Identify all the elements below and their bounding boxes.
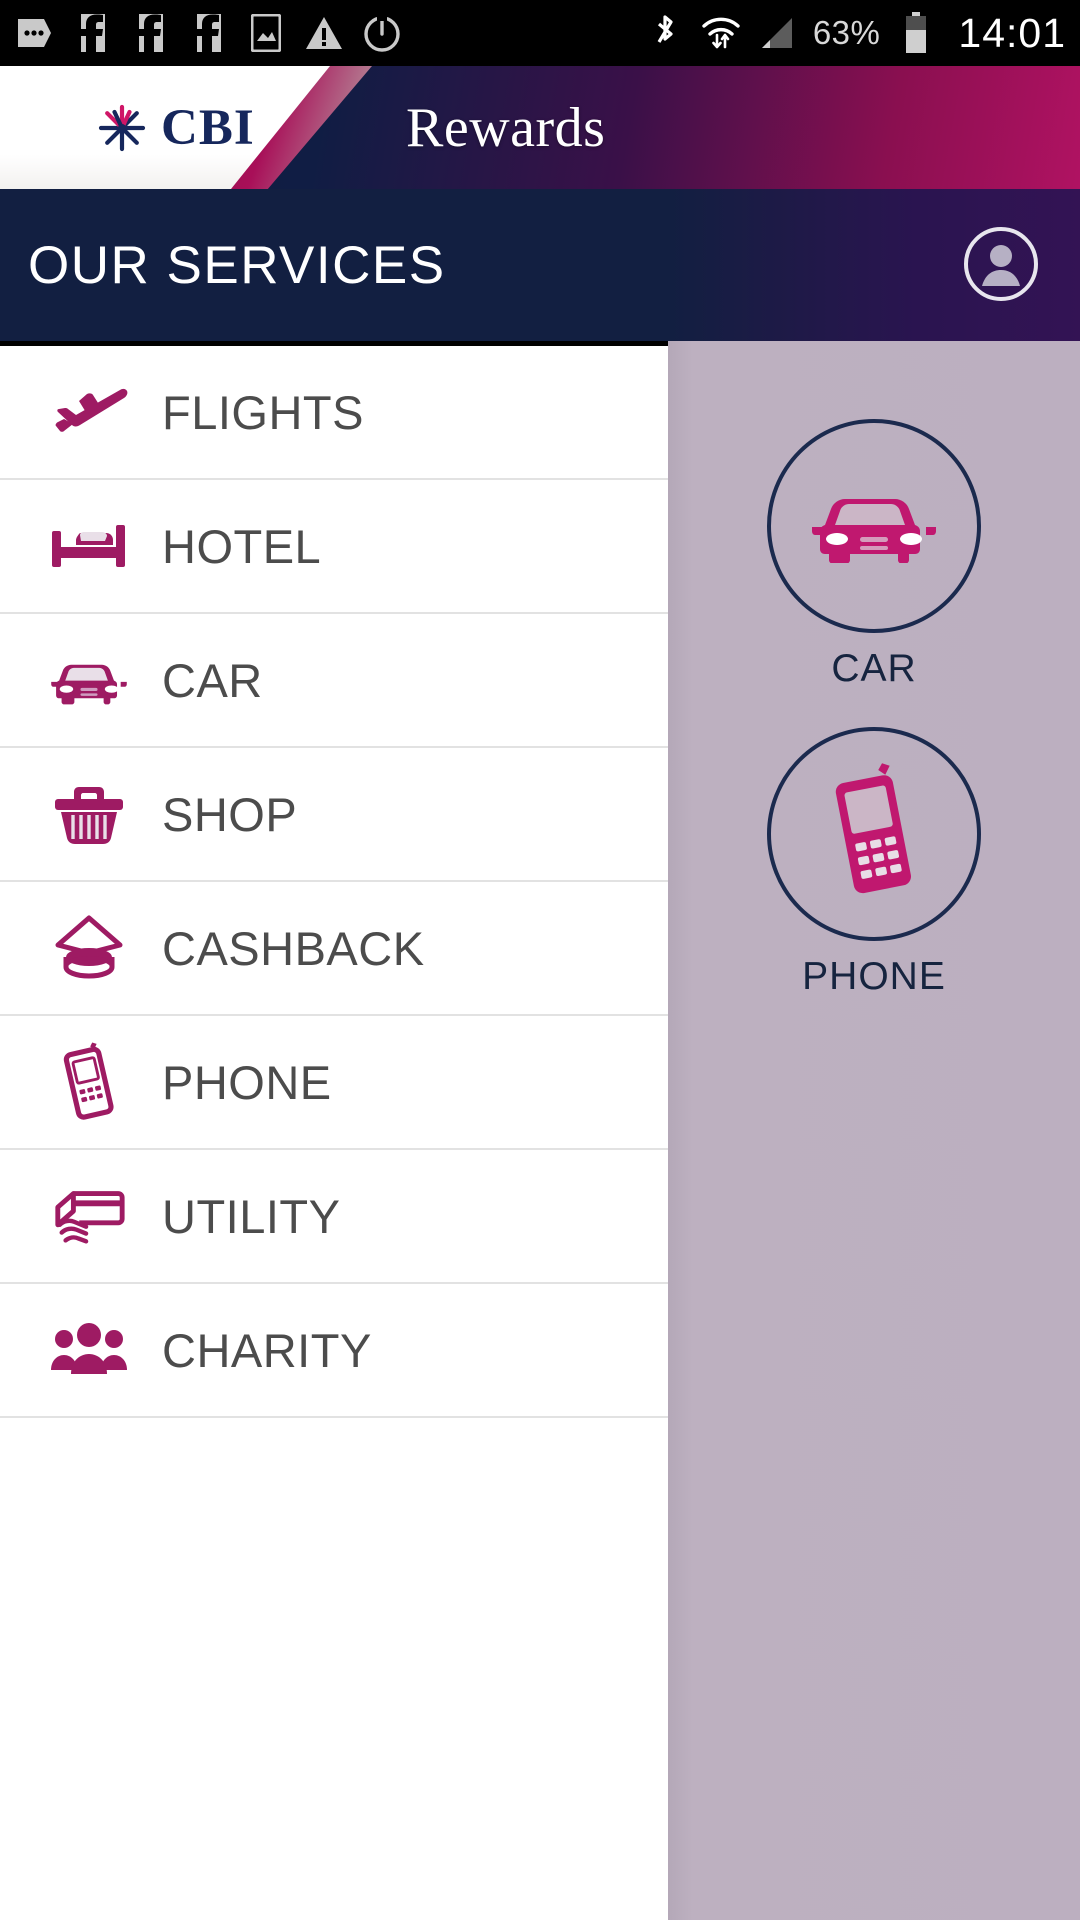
service-item-hotel-label: HOTEL: [162, 519, 322, 573]
tile-car-circle[interactable]: [767, 419, 981, 633]
car-icon: [810, 485, 938, 568]
tile-car[interactable]: CAR: [668, 419, 1080, 691]
hand-card-icon: [50, 1177, 128, 1255]
people-group-icon: [50, 1311, 128, 1389]
clock: 14:01: [958, 9, 1066, 56]
car-icon: [50, 641, 128, 719]
signal-icon: [757, 13, 797, 53]
service-item-shop-label: SHOP: [162, 787, 298, 841]
screenshot-icon: [246, 13, 286, 53]
services-header-bar: OUR SERVICES: [0, 189, 1080, 341]
page-title: Rewards: [406, 96, 606, 159]
facebook-icon: [188, 13, 228, 53]
facebook-icon: [130, 13, 170, 53]
cbi-starburst-logo-icon: [96, 102, 148, 154]
service-item-flights[interactable]: FLIGHTS: [0, 346, 668, 480]
messages-icon: [14, 13, 54, 53]
battery-percent: 63%: [812, 14, 881, 51]
brand-name: CBI: [161, 99, 255, 156]
shopping-basket-icon: [50, 775, 128, 853]
tile-car-label: CAR: [831, 647, 917, 690]
facebook-icon: [72, 13, 112, 53]
service-item-utility-label: UTILITY: [162, 1189, 341, 1243]
tile-phone-label: PHONE: [802, 955, 946, 998]
service-item-shop[interactable]: SHOP: [0, 748, 668, 882]
service-item-charity-label: CHARITY: [162, 1323, 372, 1377]
airplane-icon: [50, 373, 128, 451]
status-bar-system: 63% 14:01: [645, 10, 1066, 57]
service-item-flights-label: FLIGHTS: [162, 385, 364, 439]
tile-phone-circle[interactable]: [767, 727, 981, 941]
service-item-cashback-label: CASHBACK: [162, 921, 425, 975]
status-bar-notifications: [14, 13, 402, 53]
service-item-cashback[interactable]: CASHBACK: [0, 882, 668, 1016]
alarm-icon: [362, 13, 402, 53]
user-avatar-icon[interactable]: [962, 225, 1040, 303]
wifi-icon: [701, 13, 741, 53]
service-item-car-label: CAR: [162, 653, 263, 707]
services-grid-panel: CAR PHONE: [668, 289, 1080, 1920]
service-item-utility[interactable]: UTILITY: [0, 1150, 668, 1284]
coin-stack-icon: [50, 909, 128, 987]
app-header: CBI Rewards: [0, 66, 1080, 189]
list-empty-space: [0, 1418, 668, 1552]
bluetooth-icon: [645, 13, 685, 53]
mobile-phone-icon: [50, 1042, 128, 1121]
service-item-phone-label: PHONE: [162, 1055, 332, 1109]
warning-icon: [304, 13, 344, 53]
brand-logo[interactable]: CBI: [0, 99, 255, 157]
service-item-car[interactable]: CAR: [0, 614, 668, 748]
bed-icon: [50, 507, 128, 585]
service-item-hotel[interactable]: HOTEL: [0, 480, 668, 614]
status-bar: 63% 14:01: [0, 0, 1080, 66]
service-item-phone[interactable]: PHONE: [0, 1016, 668, 1150]
services-heading: OUR SERVICES: [28, 235, 446, 295]
mobile-phone-icon: [822, 762, 926, 907]
service-item-charity[interactable]: CHARITY: [0, 1284, 668, 1418]
services-drawer-list[interactable]: FLIGHTS HOTEL CAR SHOP CASHBACK PHONE UT…: [0, 341, 668, 1920]
battery-icon: [896, 12, 936, 53]
tile-phone[interactable]: PHONE: [668, 727, 1080, 999]
